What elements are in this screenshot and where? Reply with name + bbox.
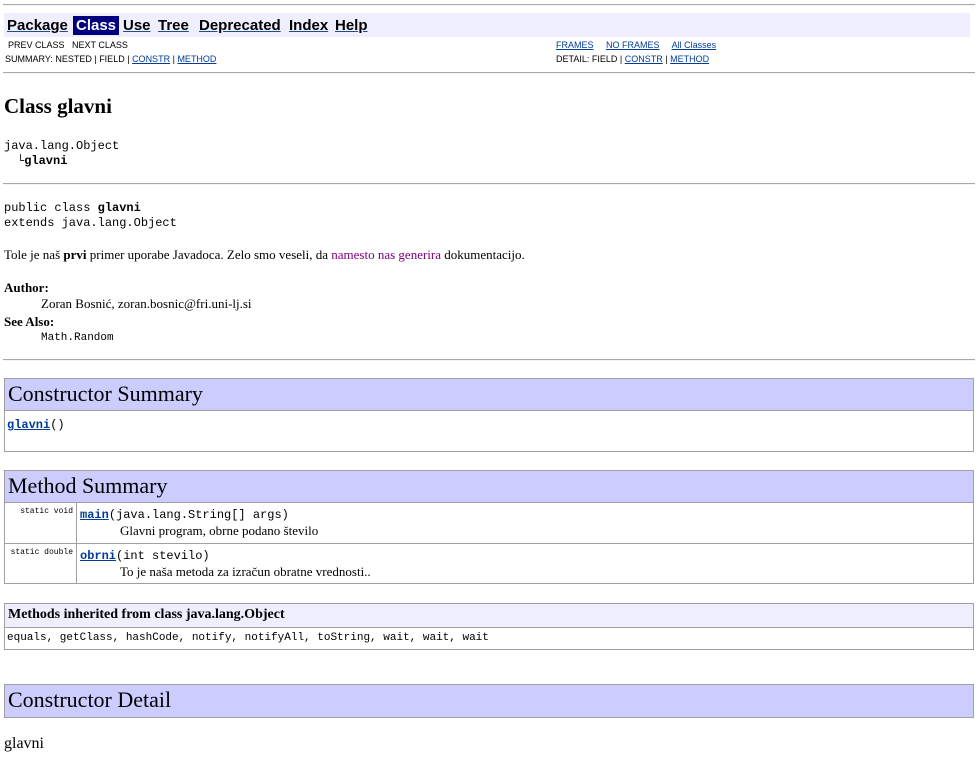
nav-class: Class xyxy=(73,16,120,35)
desc-bold: prvi xyxy=(63,247,87,262)
class-declaration: public class glavni extends java.lang.Ob… xyxy=(4,201,177,231)
constructor-summary-header: Constructor Summary xyxy=(5,379,973,411)
top-rule xyxy=(3,4,975,6)
method-modifier: static double xyxy=(5,544,77,584)
class-description: Tole je naš prvi primer uporabe Javadoca… xyxy=(4,247,525,263)
detail-method-link[interactable]: METHOD xyxy=(670,54,709,64)
hierarchy-child: glavni xyxy=(24,154,68,168)
description-rule xyxy=(3,359,975,361)
summary-sep: | xyxy=(172,54,175,64)
detail-nav: DETAIL: FIELD | CONSTR | METHOD xyxy=(556,53,709,65)
method-summary-header: Method Summary xyxy=(5,471,973,503)
inherited-methods-list: equals, getClass, hashCode, notify, noti… xyxy=(7,632,489,644)
summary-nav: SUMMARY: NESTED | FIELD | CONSTR | METHO… xyxy=(5,53,216,65)
table-row: static void main(java.lang.String[] args… xyxy=(5,503,973,543)
method-summary-table: Method Summary static void main(java.lan… xyxy=(4,470,974,584)
nav-use[interactable]: Use xyxy=(120,16,154,35)
hierarchy-parent: java.lang.Object xyxy=(4,139,120,153)
page-title: Class glavni xyxy=(4,94,112,118)
table-row: static double obrni(int stevilo) To je n… xyxy=(5,543,973,584)
nav-help[interactable]: Help xyxy=(332,16,371,35)
method-description: To je naša metoda za izračun obratne vre… xyxy=(120,564,371,579)
constructor-args: () xyxy=(50,418,65,432)
decl-extends: extends java.lang.Object xyxy=(4,216,177,230)
method-cell: obrni(int stevilo) To je naša metoda za … xyxy=(80,547,371,580)
nav-index[interactable]: Index xyxy=(286,16,331,35)
method-modifier: static void xyxy=(5,503,77,543)
constructor-summary-table: Constructor Summary glavni() xyxy=(4,378,974,452)
navbar: Package Class Use Tree Deprecated Index … xyxy=(4,13,970,37)
navbar-rule xyxy=(3,72,975,74)
author-label: Author: xyxy=(4,280,49,295)
method-description: Glavni program, obrne podano število xyxy=(120,523,319,538)
no-frames-link[interactable]: NO FRAMES xyxy=(606,40,660,50)
hierarchy-child-row: └glavni xyxy=(4,154,119,169)
method-signature: (java.lang.String[] args) xyxy=(108,508,289,522)
summary-constr-link[interactable]: CONSTR xyxy=(132,54,170,64)
desc-text-3: dokumentacijo. xyxy=(441,247,525,262)
hierarchy-rule xyxy=(3,183,975,185)
author-value: Zoran Bosnić, zoran.bosnic@fri.uni-lj.si xyxy=(41,296,252,311)
frames-nav: FRAMES NO FRAMES All Classes xyxy=(556,39,716,51)
see-also-value: Math.Random xyxy=(41,332,114,344)
desc-text-2: primer uporabe Javadoca. Zelo smo veseli… xyxy=(86,247,332,262)
next-class: NEXT CLASS xyxy=(72,40,128,50)
constructor-detail-name: glavni xyxy=(4,735,44,752)
prev-next-nav: PREV CLASS NEXT CLASS xyxy=(8,39,128,51)
desc-link[interactable]: namesto nas generira xyxy=(331,247,441,262)
all-classes-link[interactable]: All Classes xyxy=(672,40,717,50)
constructor-detail-header: Constructor Detail xyxy=(5,685,973,717)
prev-class: PREV CLASS xyxy=(8,40,65,50)
nav-deprecated[interactable]: Deprecated xyxy=(196,16,284,35)
detail-prefix: DETAIL: FIELD | xyxy=(556,54,623,64)
constructor-summary-row: glavni() xyxy=(5,411,973,437)
summary-prefix: SUMMARY: NESTED | FIELD | xyxy=(5,54,130,64)
tag-list: Author: Zoran Bosnić, zoran.bosnic@fri.u… xyxy=(4,280,252,346)
decl-name: glavni xyxy=(97,201,141,215)
see-also-label: See Also: xyxy=(4,314,55,329)
method-cell: main(java.lang.String[] args) Glavni pro… xyxy=(80,506,318,539)
inherited-methods-table: Methods inherited from class java.lang.O… xyxy=(4,603,974,650)
detail-sep: | xyxy=(665,54,668,64)
frames-link[interactable]: FRAMES xyxy=(556,40,594,50)
inherited-methods-header: Methods inherited from class java.lang.O… xyxy=(5,604,973,628)
nav-tree[interactable]: Tree xyxy=(155,16,192,35)
constructor-link[interactable]: glavni xyxy=(7,418,50,432)
method-main-link[interactable]: main xyxy=(80,508,109,522)
method-obrni-link[interactable]: obrni xyxy=(80,549,116,563)
nav-package[interactable]: Package xyxy=(4,16,71,35)
detail-constr-link[interactable]: CONSTR xyxy=(625,54,663,64)
constructor-detail-table: Constructor Detail xyxy=(4,684,974,718)
class-hierarchy: java.lang.Object └glavni xyxy=(4,139,119,169)
summary-method-link[interactable]: METHOD xyxy=(177,54,216,64)
desc-text-1: Tole je naš xyxy=(4,247,64,262)
decl-prefix: public class xyxy=(4,201,98,215)
method-signature: (int stevilo) xyxy=(116,549,210,563)
